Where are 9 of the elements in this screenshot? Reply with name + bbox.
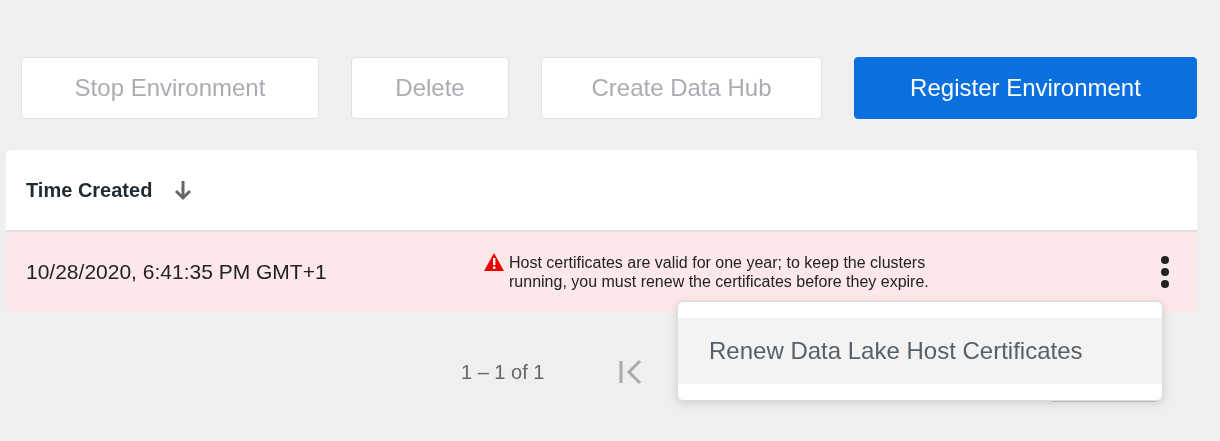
warning-message: Host certificates are valid for one year; to keep the clusters running, you must renew the certificates before they expire. (509, 253, 930, 291)
table-cell-text: 10/28/2020, 6:41:35 PM GMT+1 (25, 260, 328, 284)
menu-item[interactable]: Renew Data Lake Host Certificates (678, 318, 1162, 384)
column-header[interactable]: Time Created (26, 178, 153, 202)
pagination-range: 1 – 1 of 1 (461, 360, 545, 384)
arrow-down-icon[interactable] (174, 179, 193, 201)
primary-button[interactable]: Register Environment (854, 57, 1197, 119)
warning-icon (484, 253, 504, 271)
more-options-icon[interactable] (1160, 255, 1170, 289)
